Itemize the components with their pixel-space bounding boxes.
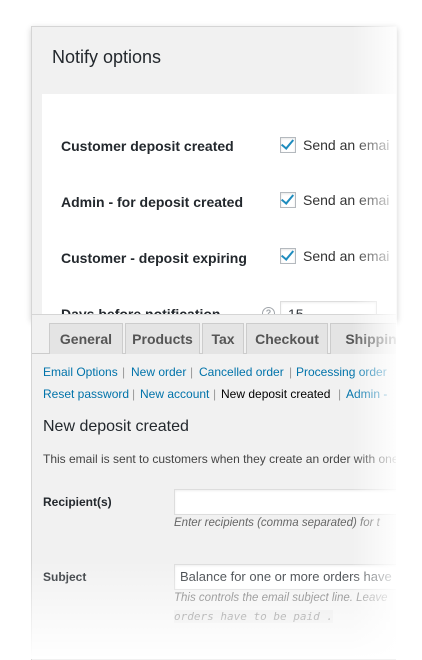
- customer-deposit-created-checkbox-label[interactable]: Send an emai: [303, 137, 389, 153]
- reset-password-link[interactable]: Reset password: [43, 387, 129, 401]
- email-settings-panel: General Products Tax Checkout Shippin Em…: [31, 314, 396, 660]
- tab-checkout[interactable]: Checkout: [246, 323, 328, 354]
- notify-options-card: Customer deposit created Send an emai Ad…: [42, 94, 396, 319]
- notify-options-title: Notify options: [52, 47, 162, 67]
- recipients-help: Enter recipients (comma separated) for t: [174, 517, 380, 529]
- section-description: This email is sent to customers when the…: [43, 452, 396, 466]
- tab-shipping[interactable]: Shippin: [330, 323, 396, 354]
- separator: |: [132, 387, 136, 401]
- tab-general[interactable]: General: [49, 323, 123, 354]
- recipients-label: Recipient(s): [43, 495, 112, 509]
- admin-deposit-created-label: Admin - for deposit created: [61, 194, 244, 210]
- customer-deposit-expiring-label: Customer - deposit expiring: [61, 250, 247, 266]
- customer-deposit-expiring-checkbox-label[interactable]: Send an emai: [303, 248, 389, 264]
- recipients-input[interactable]: [174, 489, 396, 515]
- cancelled-order-link[interactable]: Cancelled order: [199, 365, 284, 379]
- customer-deposit-created-checkbox[interactable]: [280, 137, 296, 153]
- customer-deposit-expiring-checkbox[interactable]: [280, 248, 296, 264]
- tab-tax[interactable]: Tax: [202, 323, 244, 354]
- separator: |: [122, 365, 126, 379]
- subject-help: This controls the email subject line. Le…: [174, 592, 388, 604]
- notify-options-panel: Notify options Customer deposit created …: [31, 26, 397, 320]
- subject-value: Balance for one or more orders have: [180, 569, 392, 584]
- section-heading: New deposit created: [43, 418, 189, 435]
- new-deposit-created-current: New deposit created: [221, 387, 331, 401]
- admin-link[interactable]: Admin -: [346, 387, 387, 401]
- admin-deposit-created-checkbox[interactable]: [280, 192, 296, 208]
- email-options-link[interactable]: Email Options: [43, 365, 118, 379]
- tab-products[interactable]: Products: [125, 323, 200, 354]
- separator: |: [338, 387, 342, 401]
- subject-help-code: orders have to be paid .: [174, 610, 333, 623]
- separator: |: [190, 365, 194, 379]
- separator: |: [213, 387, 217, 401]
- separator: |: [289, 365, 293, 379]
- customer-deposit-created-label: Customer deposit created: [61, 138, 234, 154]
- admin-deposit-created-checkbox-label[interactable]: Send an emai: [303, 192, 389, 208]
- processing-order-link[interactable]: Processing order: [296, 365, 387, 379]
- new-account-link[interactable]: New account: [140, 387, 209, 401]
- subject-input[interactable]: Balance for one or more orders have: [174, 564, 396, 590]
- subject-label: Subject: [43, 570, 87, 584]
- new-order-link[interactable]: New order: [131, 365, 186, 379]
